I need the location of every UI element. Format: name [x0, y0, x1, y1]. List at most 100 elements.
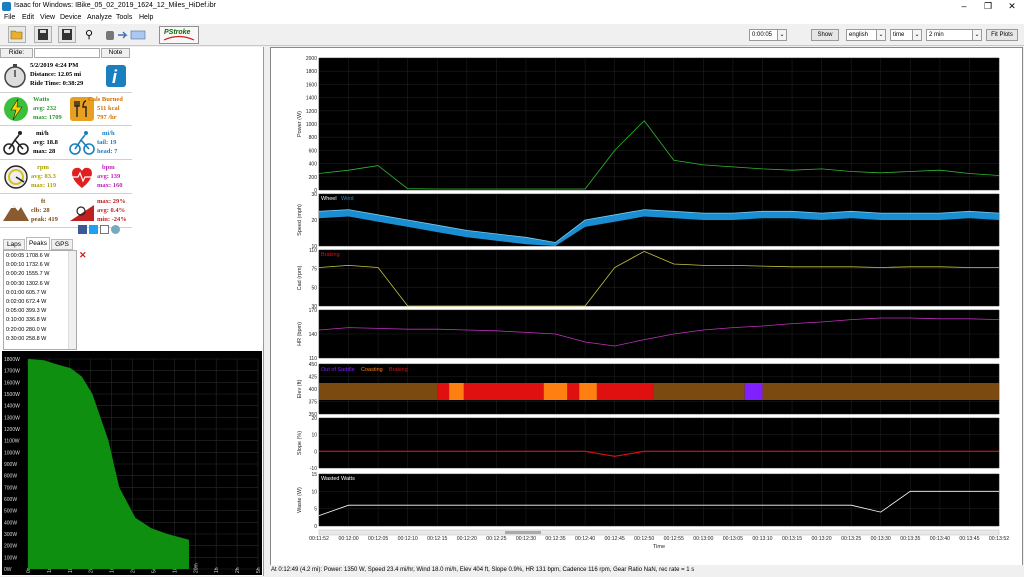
- save-as-button[interactable]: [58, 26, 76, 43]
- ride-tab[interactable]: Ride:: [0, 48, 33, 58]
- menu-edit[interactable]: Edit: [22, 14, 34, 21]
- cadence-stat: rpm avg: 83.3 max: 119: [0, 161, 66, 194]
- list-scrollbar[interactable]: [68, 251, 76, 349]
- x-tick-label: 1h: [214, 567, 220, 573]
- y-tick-label: 1400: [306, 96, 317, 102]
- menu-tools[interactable]: Tools: [116, 14, 132, 21]
- menu-file[interactable]: File: [4, 14, 15, 21]
- x-tick-label: 20m: [193, 563, 199, 573]
- tab-laps[interactable]: Laps: [3, 239, 25, 250]
- menu-help[interactable]: Help: [139, 14, 153, 21]
- wind-cyclist-icon: [69, 131, 95, 155]
- y-tick-label: 200W: [4, 544, 17, 550]
- xaxis-value: time: [893, 32, 905, 38]
- y-tick-label: 1700W: [4, 369, 20, 375]
- device-transfer-icon[interactable]: [104, 29, 150, 41]
- save-button[interactable]: [34, 26, 52, 43]
- y-tick-label: 600: [309, 148, 318, 154]
- minimize-button[interactable]: –: [952, 0, 976, 13]
- menu-device[interactable]: Device: [60, 14, 81, 21]
- usb-icon[interactable]: ⚲: [85, 28, 95, 42]
- open-folder-button[interactable]: [8, 26, 26, 43]
- interval-select[interactable]: 0:00:05 ⌄: [749, 29, 787, 41]
- tab-gps[interactable]: GPS: [51, 239, 73, 250]
- units-select[interactable]: english ⌄: [846, 29, 886, 41]
- y-tick-label: 1800: [306, 69, 317, 75]
- list-item[interactable]: 0:00:30 1302.6 W: [6, 281, 49, 287]
- y-tick-label: 200: [309, 175, 318, 181]
- menu-view[interactable]: View: [40, 14, 55, 21]
- x-tick-label: 00:13:40: [930, 536, 950, 542]
- x-tick-label: 00:13:30: [871, 536, 891, 542]
- pstroke-button[interactable]: PStroke: [159, 26, 199, 44]
- wind-stat: mi/h tail: 19 head: 7: [66, 127, 132, 160]
- close-icon[interactable]: ✕: [79, 251, 87, 260]
- xaxis-select[interactable]: time ⌄: [890, 29, 922, 41]
- climb-stat: ft clb: 28 peak: 419: [0, 195, 66, 228]
- tab-peaks-label: Peaks: [28, 240, 48, 247]
- list-item[interactable]: 0:02:00 672.4 W: [6, 299, 46, 305]
- ride-name-input[interactable]: [34, 48, 100, 58]
- y-axis-label: HR (bpm): [297, 322, 303, 346]
- fit-plots-button[interactable]: Fit Plots: [986, 29, 1018, 41]
- speed-stat: mi/h avg: 18.8 max: 28: [0, 127, 66, 160]
- list-item[interactable]: 0:00:10 1732.6 W: [6, 262, 49, 268]
- maximize-button[interactable]: ❐: [976, 0, 1000, 13]
- y-tick-label: 1000: [306, 122, 317, 128]
- show-button[interactable]: Show: [811, 29, 839, 41]
- elevation-segment: [543, 383, 568, 400]
- window-select[interactable]: 2 min ⌄: [926, 29, 982, 41]
- y-tick-label: 1200W: [4, 427, 20, 433]
- app-icon: [2, 2, 11, 11]
- tab-peaks[interactable]: Peaks: [26, 237, 50, 250]
- list-item[interactable]: 0:20:00 280.0 W: [6, 327, 46, 333]
- facebook-icon[interactable]: [78, 225, 87, 234]
- share-icon[interactable]: [111, 225, 120, 234]
- toolbar: ⚲ PStroke 0:00:05 ⌄ Show english ⌄ time ⌄ 2…: [0, 24, 1024, 46]
- list-item[interactable]: 0:30:00 258.8 W: [6, 336, 46, 342]
- status-text: At 0:12:49 (4.2 mi): Power: 1350 W, Spee…: [271, 567, 695, 573]
- slope-stat: max: 29% avg: 0.4% min: -24%: [66, 195, 132, 228]
- y-axis-label: Elev (ft): [297, 379, 303, 398]
- peaks-list[interactable]: 0:00:05 1708.6 W 0:00:10 1732.6 W 0:00:20 …: [3, 250, 77, 350]
- list-item[interactable]: 0:00:05 1708.6 W: [6, 253, 49, 259]
- list-item[interactable]: 0:00:20 1555.7 W: [6, 271, 49, 277]
- x-tick-label: 00:12:35: [545, 536, 565, 542]
- wind-label: mi/h: [102, 130, 115, 137]
- heart-max: max: 160: [97, 182, 123, 189]
- climb-label: ft: [41, 198, 46, 205]
- menu-analyze[interactable]: Analyze: [87, 14, 112, 21]
- list-item[interactable]: 0:01:00 605.7 W: [6, 290, 46, 296]
- y-tick-label: 140: [309, 332, 318, 338]
- list-item[interactable]: 0:05:00 399.3 W: [6, 308, 46, 314]
- y-tick-label: 1300W: [4, 415, 20, 421]
- twitter-icon[interactable]: [89, 225, 98, 234]
- panel-cadence: [319, 250, 999, 306]
- heart-label: bpm: [102, 164, 115, 171]
- x-tick-label: 00:13:15: [782, 536, 802, 542]
- y-tick-label: 1100W: [4, 439, 20, 445]
- x-tick-label: 00:12:05: [368, 536, 388, 542]
- cadence-max: max: 119: [31, 182, 57, 189]
- y-tick-label: 10: [311, 433, 317, 439]
- y-tick-label: 30: [311, 192, 317, 198]
- elevation-segment: [653, 383, 745, 400]
- social-icons: [78, 225, 128, 235]
- cals-stat: Cals Burned 511 kcal 797 /hr: [66, 93, 132, 126]
- chevron-down-icon: ⌄: [777, 30, 786, 40]
- close-button[interactable]: ✕: [1000, 0, 1024, 13]
- note-tab[interactable]: Note: [101, 48, 130, 58]
- info-icon[interactable]: i: [104, 63, 128, 89]
- y-tick-label: 15: [311, 472, 317, 478]
- y-axis-label: Cad (rpm): [297, 265, 303, 290]
- scrollbar-thumb: [505, 531, 541, 534]
- y-tick-label: 0: [314, 524, 317, 530]
- list-item[interactable]: 0:10:00 336.8 W: [6, 317, 46, 323]
- watts-avg: avg: 232: [33, 105, 57, 112]
- ride-graphs: 2000 1800 1600 1400 1200 1000 800 600 400 200 0 Pow…: [270, 47, 1023, 566]
- x-tick-label: 00:13:20: [812, 536, 832, 542]
- cadence-label: rpm: [37, 164, 49, 171]
- x-tick-label: 00:12:30: [516, 536, 536, 542]
- email-icon[interactable]: [100, 225, 109, 234]
- elevation-segment: [762, 383, 999, 400]
